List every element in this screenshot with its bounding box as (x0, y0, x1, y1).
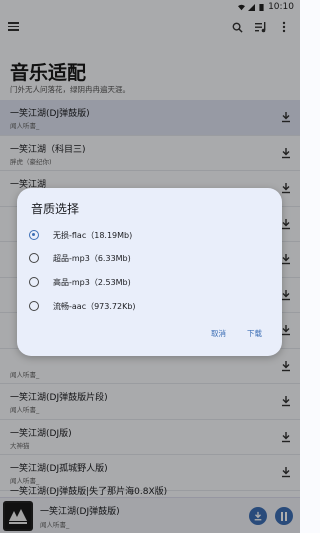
dialog-title: 音质选择 (31, 202, 80, 216)
radio-icon[interactable] (29, 301, 39, 311)
option-label: 超品-mp3（6.33Mb) (53, 253, 131, 263)
option-label: 高品-mp3（2.53Mb) (53, 277, 131, 287)
option-label: 无损-flac（18.19Mb) (53, 230, 133, 240)
quality-option-super[interactable]: 超品-mp3（6.33Mb) (29, 250, 249, 266)
download-confirm-button[interactable]: 下载 (247, 328, 262, 339)
radio-icon[interactable] (29, 253, 39, 263)
quality-dialog: 音质选择 无损-flac（18.19Mb) 超品-mp3（6.33Mb) 高品-… (17, 188, 282, 356)
quality-option-smooth[interactable]: 流畅-aac（973.72Kb) (29, 298, 249, 314)
cancel-button[interactable]: 取消 (211, 328, 226, 339)
radio-icon[interactable] (29, 277, 39, 287)
quality-option-lossless[interactable]: 无损-flac（18.19Mb) (29, 227, 249, 243)
radio-selected-icon[interactable] (29, 230, 39, 240)
quality-option-high[interactable]: 高品-mp3（2.53Mb) (29, 274, 249, 290)
option-label: 流畅-aac（973.72Kb) (53, 301, 136, 311)
